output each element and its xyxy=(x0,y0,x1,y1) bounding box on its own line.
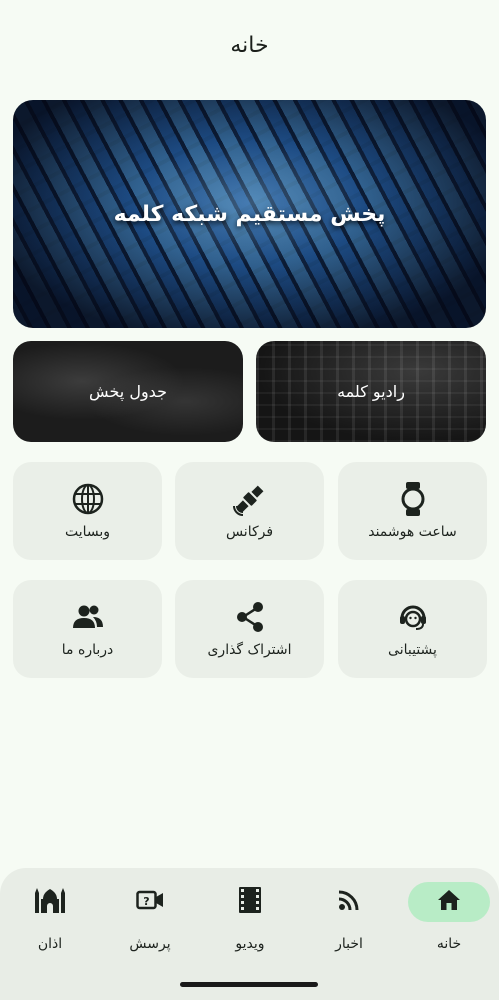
tile-frequency[interactable]: فرکانس xyxy=(175,462,324,560)
support-agent-icon xyxy=(396,600,430,634)
home-gesture-bar[interactable] xyxy=(180,982,318,987)
live-stream-card[interactable]: پخش مستقیم شبکه کلمه xyxy=(13,100,486,328)
tile-smartwatch[interactable]: ساعت هوشمند xyxy=(338,462,487,560)
rss-icon xyxy=(338,889,360,915)
film-icon xyxy=(239,887,261,917)
top-app-bar: خانه xyxy=(0,0,499,90)
tile-support[interactable]: پشتیبانی xyxy=(338,580,487,678)
svg-text:?: ? xyxy=(143,895,149,908)
radio-card-label: رادیو کلمه xyxy=(337,382,405,401)
nav-home-indicator xyxy=(408,882,490,922)
nav-question-label: پرسش xyxy=(129,936,171,952)
mosque-icon xyxy=(35,887,65,917)
nav-question-pill: ? xyxy=(109,882,191,922)
tile-support-label: پشتیبانی xyxy=(388,642,437,658)
watch-icon xyxy=(396,482,430,516)
nav-azan-pill xyxy=(9,882,91,922)
nav-azan-label: اذان xyxy=(37,936,63,952)
nav-news-label: اخبار xyxy=(335,936,363,952)
page-title: خانه xyxy=(230,32,269,58)
globe-icon xyxy=(71,482,105,516)
tile-smartwatch-label: ساعت هوشمند xyxy=(368,524,457,540)
tile-about[interactable]: درباره ما xyxy=(13,580,162,678)
schedule-card[interactable]: جدول پخش xyxy=(13,341,243,442)
radio-card[interactable]: رادیو کلمه xyxy=(256,341,486,442)
share-icon xyxy=(233,600,267,634)
nav-news-pill xyxy=(308,882,390,922)
nav-item-question[interactable]: ? پرسش xyxy=(105,882,195,972)
bottom-navigation: خانه اخبار ویدیو ? پرسش اذان xyxy=(0,868,499,1000)
tile-share-label: اشتراک گذاری xyxy=(207,642,292,658)
nav-video-pill xyxy=(209,882,291,922)
nav-item-azan[interactable]: اذان xyxy=(5,882,95,972)
video-question-icon: ? xyxy=(136,889,164,915)
tile-share[interactable]: اشتراک گذاری xyxy=(175,580,324,678)
satellite-icon xyxy=(232,482,267,516)
nav-video-label: ویدیو xyxy=(235,936,265,952)
live-stream-label: پخش مستقیم شبکه کلمه xyxy=(113,201,386,227)
schedule-card-label: جدول پخش xyxy=(89,382,167,401)
people-icon xyxy=(71,600,105,634)
tile-about-label: درباره ما xyxy=(61,642,114,658)
nav-home-label: خانه xyxy=(436,936,462,952)
nav-item-video[interactable]: ویدیو xyxy=(205,882,295,972)
tile-website-label: وبسایت xyxy=(64,524,111,540)
home-icon xyxy=(437,889,461,915)
nav-item-news[interactable]: اخبار xyxy=(304,882,394,972)
nav-item-home[interactable]: خانه xyxy=(404,882,494,972)
tile-frequency-label: فرکانس xyxy=(225,524,274,540)
tile-website[interactable]: وبسایت xyxy=(13,462,162,560)
